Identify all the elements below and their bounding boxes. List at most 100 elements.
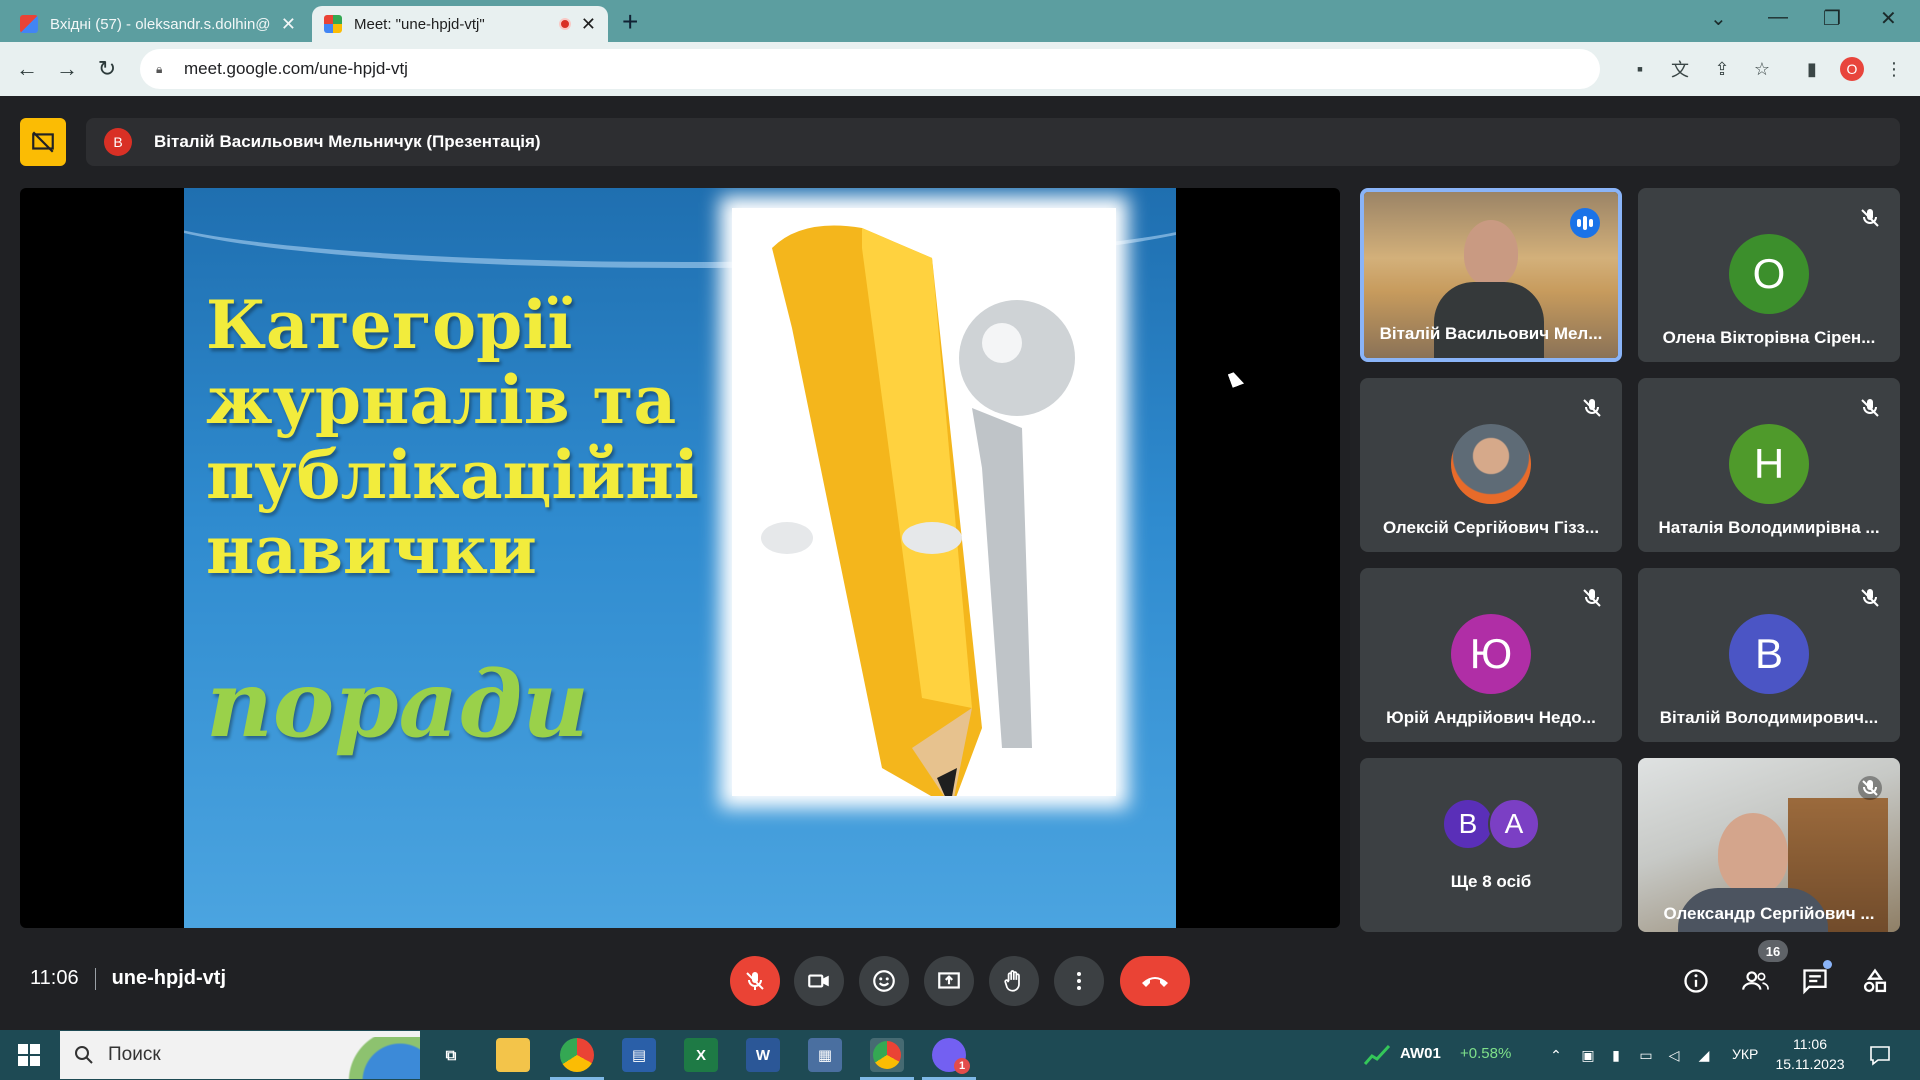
participant-tile[interactable]: Олексій Сергійович Гізз...: [1360, 378, 1622, 552]
activities-button[interactable]: [1858, 964, 1892, 998]
share-icon[interactable]: ⇪: [1708, 55, 1736, 83]
calculator-icon[interactable]: ▦: [808, 1038, 842, 1072]
presentation-off-icon: [32, 131, 54, 153]
profile-avatar[interactable]: O: [1840, 57, 1864, 81]
wifi-icon[interactable]: ◢: [1696, 1047, 1712, 1063]
microphone-icon[interactable]: ▮: [1608, 1047, 1624, 1063]
participant-photo-avatar: [1451, 424, 1531, 504]
new-tab-button[interactable]: +: [622, 6, 638, 38]
reload-icon[interactable]: ↻: [90, 52, 124, 86]
viber-badge: 1: [954, 1058, 970, 1074]
participant-tile[interactable]: Олександр Сергійович ...: [1638, 758, 1900, 932]
file-explorer-icon[interactable]: [496, 1038, 530, 1072]
info-icon: [1684, 969, 1708, 993]
stop-presentation-button[interactable]: [20, 118, 66, 166]
participant-avatar: А: [1488, 798, 1540, 850]
lock-icon: 🔒︎: [156, 62, 163, 76]
close-tab-icon[interactable]: ✕: [581, 14, 596, 35]
people-button[interactable]: [1738, 964, 1772, 998]
windows-start-icon[interactable]: [18, 1044, 40, 1066]
participant-tile[interactable]: Ю Юрій Андрійович Недо...: [1360, 568, 1622, 742]
browser-menu-icon[interactable]: ⋮: [1880, 55, 1908, 83]
mic-toggle-button[interactable]: [730, 956, 780, 1006]
tab-search-icon[interactable]: ⌄: [1710, 6, 1727, 31]
meeting-time: 11:06: [30, 967, 79, 989]
address-bar[interactable]: 🔒︎ meet.google.com/une-hpjd-vtj: [140, 49, 1600, 89]
taskbar-search[interactable]: Поиск: [60, 1031, 420, 1079]
save-disk-icon[interactable]: ▤: [622, 1038, 656, 1072]
call-end-icon: [1142, 977, 1168, 987]
presenting-label: Віталій Васильович Мельничук (Презентаці…: [154, 132, 541, 151]
bookmark-star-icon[interactable]: ☆: [1748, 55, 1776, 83]
forward-icon[interactable]: →: [50, 52, 84, 86]
participant-tile[interactable]: Н Наталія Володимирівна ...: [1638, 378, 1900, 552]
more-options-button[interactable]: [1054, 956, 1104, 1006]
task-view-icon[interactable]: ⧉: [434, 1038, 468, 1072]
emoji-icon: [873, 970, 895, 992]
unread-dot-icon: [1823, 960, 1832, 969]
stock-chart-icon: [1364, 1044, 1390, 1065]
browser-toolbar: ← → ↻ 🔒︎ meet.google.com/une-hpjd-vtj ▪ …: [0, 42, 1920, 96]
mic-off-icon: [746, 972, 764, 990]
present-screen-icon: [938, 972, 960, 989]
presenting-bar: В Віталій Васильович Мельничук (Презента…: [86, 118, 1900, 166]
close-window-icon[interactable]: ✕: [1880, 6, 1897, 31]
notifications-icon[interactable]: [1868, 1043, 1892, 1067]
side-panel-icon[interactable]: ▮: [1798, 55, 1826, 83]
mic-off-icon: [1861, 209, 1879, 227]
gmail-icon: [20, 15, 38, 33]
camera-toggle-button[interactable]: [794, 956, 844, 1006]
tab-gmail[interactable]: Вхідні (57) - oleksandr.s.dolhin@ ✕: [8, 6, 308, 42]
tab-title: Meet: "une-hpjd-vtj": [354, 15, 485, 33]
meet-icon: [324, 15, 342, 33]
chat-button[interactable]: [1798, 960, 1832, 998]
participant-count-badge: 16: [1758, 940, 1788, 962]
camera-icon: [808, 974, 829, 988]
excel-icon[interactable]: X: [684, 1038, 718, 1072]
viber-icon[interactable]: 1: [922, 1038, 976, 1080]
meeting-info: 11:06 une-hpjd-vtj: [30, 967, 226, 990]
participant-name: Олександр Сергійович ...: [1663, 904, 1875, 923]
clock[interactable]: 11:06 15.11.2023: [1774, 1034, 1846, 1074]
back-icon[interactable]: ←: [10, 52, 44, 86]
camera-in-use-icon[interactable]: ▪: [1626, 55, 1654, 83]
presentation-stage[interactable]: Категорії журналів та публікаційні навич…: [20, 188, 1340, 928]
search-highlight-image: [320, 1037, 420, 1079]
more-participants-tile[interactable]: В А Ще 8 осіб: [1360, 758, 1622, 932]
presentation-slide: Категорії журналів та публікаційні навич…: [184, 188, 1176, 928]
search-placeholder: Поиск: [108, 1044, 161, 1065]
hand-icon: [1004, 970, 1020, 992]
tab-title: Вхідні (57) - oleksandr.s.dolhin@: [50, 15, 271, 33]
language-indicator[interactable]: УКР: [1732, 1046, 1758, 1062]
maximize-icon[interactable]: ❐: [1823, 6, 1841, 31]
participant-tile[interactable]: О Олена Вікторівна Сірен...: [1638, 188, 1900, 362]
more-participants-label: Ще 8 осіб: [1450, 872, 1532, 891]
close-tab-icon[interactable]: ✕: [281, 14, 296, 35]
chrome-meet-window-icon[interactable]: [860, 1038, 914, 1080]
device-icon[interactable]: ▣: [1580, 1047, 1596, 1063]
slide-title-line: публікаційні: [206, 436, 699, 514]
chrome-icon[interactable]: [550, 1038, 604, 1080]
minimize-icon[interactable]: —: [1768, 6, 1788, 29]
participant-name: Олена Вікторівна Сірен...: [1662, 328, 1876, 347]
tab-meet[interactable]: Meet: "une-hpjd-vtj" ✕: [312, 6, 608, 42]
word-icon[interactable]: W: [746, 1038, 780, 1072]
present-screen-button[interactable]: [924, 956, 974, 1006]
slide-subtitle: поради: [206, 650, 590, 758]
slide-title-line: Категорії: [206, 286, 573, 364]
participant-avatar: О: [1729, 234, 1809, 314]
meeting-details-button[interactable]: [1679, 964, 1713, 998]
participant-tile[interactable]: В Віталій Володимирович...: [1638, 568, 1900, 742]
raise-hand-button[interactable]: [989, 956, 1039, 1006]
participant-name: Наталія Володимирівна ...: [1658, 518, 1880, 537]
stock-symbol[interactable]: AW01: [1400, 1045, 1441, 1062]
participant-avatar: В: [1442, 798, 1494, 850]
chevron-up-icon[interactable]: ⌃: [1548, 1047, 1564, 1063]
translate-icon[interactable]: 文: [1666, 55, 1694, 83]
participant-name: Олексій Сергійович Гізз...: [1382, 518, 1600, 537]
reactions-button[interactable]: [859, 956, 909, 1006]
leave-call-button[interactable]: [1120, 956, 1190, 1006]
volume-icon[interactable]: ◁: [1666, 1047, 1682, 1063]
battery-icon[interactable]: ▭: [1638, 1047, 1654, 1063]
participant-tile[interactable]: Віталій Васильович Мел...: [1360, 188, 1622, 362]
